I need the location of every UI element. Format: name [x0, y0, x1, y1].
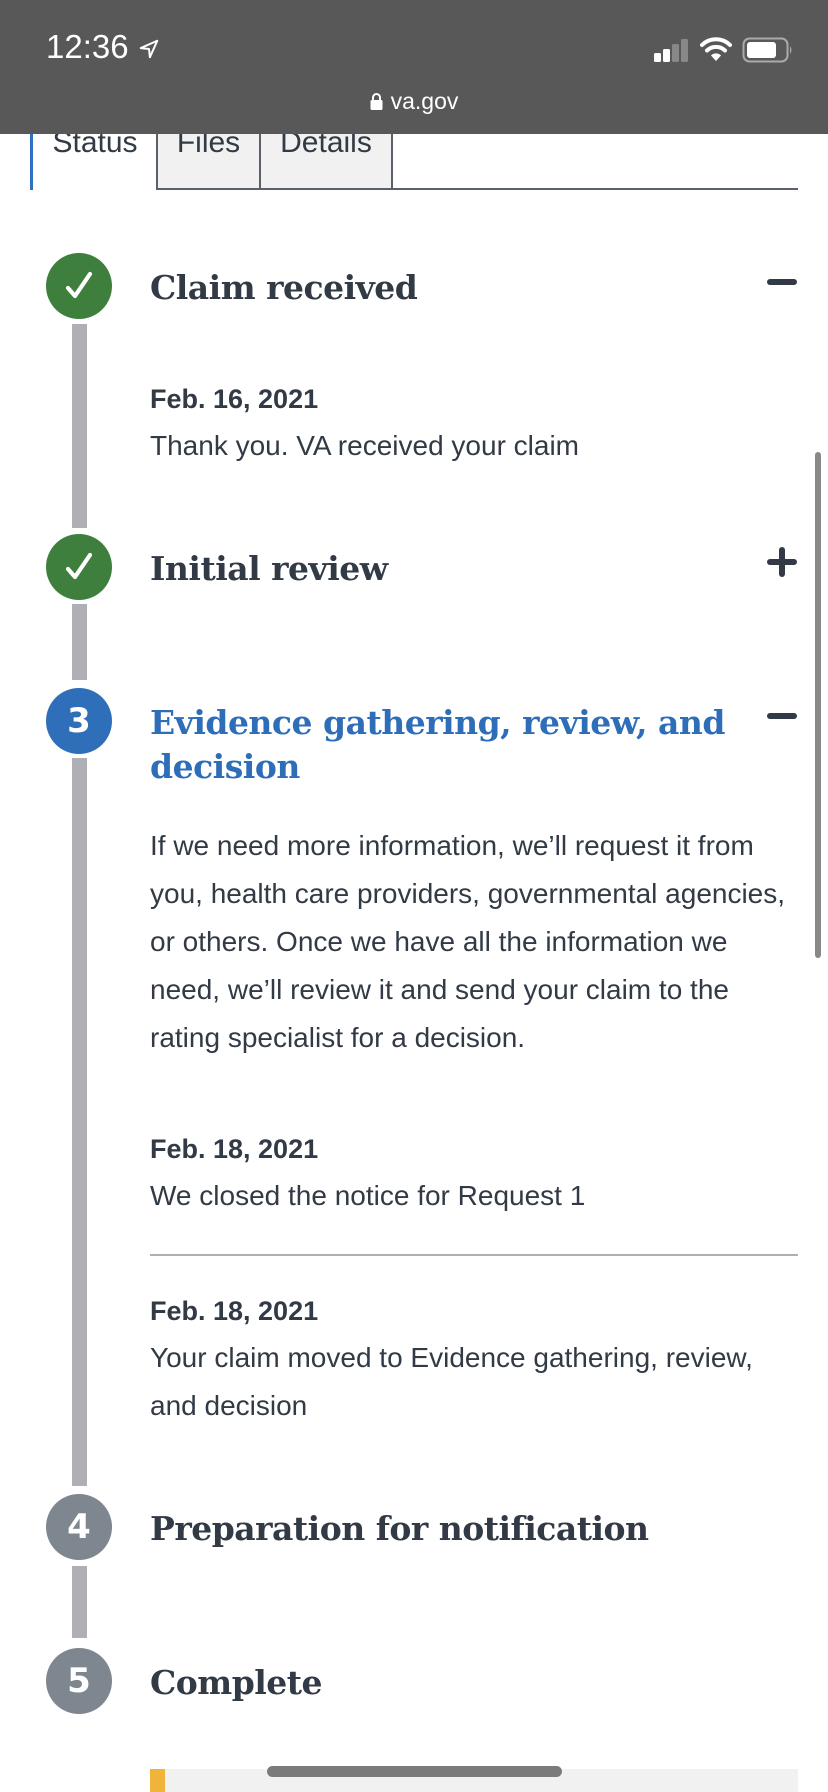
- step-number-circle: 4: [46, 1494, 112, 1560]
- step-status-circle: [46, 253, 112, 319]
- wifi-icon: [700, 37, 732, 61]
- event-date: Feb. 18, 2021: [150, 1296, 319, 1326]
- timeline-connector: [72, 604, 87, 680]
- url-text: va.gov: [390, 88, 459, 114]
- step-title: Complete: [150, 1663, 323, 1702]
- event-divider: [150, 1254, 798, 1256]
- step-status-circle: [46, 534, 112, 600]
- status-time: 12:36: [46, 28, 129, 65]
- browser-chrome: 12:36 va.gov: [0, 0, 828, 134]
- event-date: Feb. 16, 2021: [150, 384, 319, 414]
- home-indicator[interactable]: [267, 1766, 562, 1777]
- step-number-circle: 5: [46, 1648, 112, 1714]
- step-title: Claim received: [150, 268, 418, 307]
- step-title: Preparation for notification: [150, 1509, 649, 1548]
- timeline-connector: [72, 758, 87, 1486]
- checkmark-icon: [65, 271, 93, 299]
- event-text: Thank you. VA received your claim: [150, 430, 580, 461]
- timeline-connector: [72, 1566, 87, 1638]
- step-title: Initial review: [150, 549, 388, 588]
- event-date: Feb. 18, 2021: [150, 1134, 319, 1164]
- expand-plus-icon[interactable]: [766, 546, 798, 578]
- vertical-scrollbar[interactable]: [815, 452, 821, 958]
- event-text: Your claim moved to Evidence gathering, …: [150, 1342, 753, 1421]
- collapse-minus-icon[interactable]: [766, 266, 798, 298]
- location-arrow-icon: [139, 39, 159, 59]
- step-title: Evidence gathering, review, and decision: [150, 703, 725, 786]
- lock-icon: [370, 93, 383, 110]
- checkmark-icon: [65, 552, 93, 580]
- timeline-connector: [72, 324, 87, 528]
- step-number-circle: 3: [46, 688, 112, 754]
- event-text: We closed the notice for Request 1: [150, 1180, 586, 1211]
- step-description: If we need more information, we’ll reque…: [150, 830, 786, 1053]
- battery-icon: [742, 37, 792, 63]
- cellular-signal-icon: [654, 39, 688, 62]
- collapse-minus-icon[interactable]: [766, 700, 798, 732]
- address-bar[interactable]: va.gov: [0, 88, 828, 115]
